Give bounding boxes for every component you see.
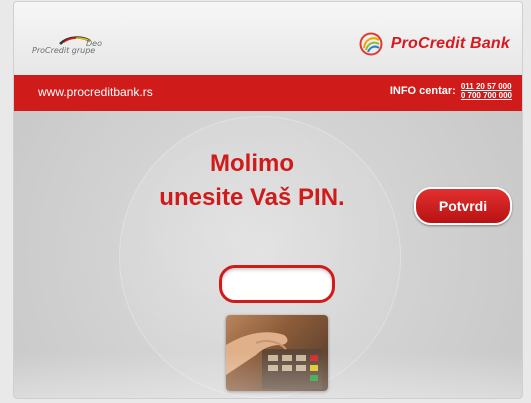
main-content: Molimo unesite Vaš PIN. Potvrdi xyxy=(14,111,522,398)
phone-number-2: 0 700 700 000 xyxy=(460,91,512,100)
partner-subtitle: ProCredit grupe xyxy=(32,46,96,55)
info-center-label: INFO centar: xyxy=(389,85,456,97)
info-center: INFO centar: 011 20 57 000 0 700 700 000 xyxy=(390,82,512,100)
confirm-button[interactable]: Potvrdi xyxy=(414,187,512,225)
procredit-logo-icon xyxy=(359,32,383,56)
phone-number-1: 011 20 57 000 xyxy=(460,82,512,91)
header: Deo ProCredit grupe ProCredit Bank xyxy=(14,2,522,75)
phone-numbers: 011 20 57 000 0 700 700 000 xyxy=(461,82,512,100)
pin-input[interactable] xyxy=(219,265,335,303)
bottom-decoration xyxy=(14,352,522,398)
info-bar: www.procreditbank.rs INFO centar: 011 20… xyxy=(14,75,522,111)
atm-screen: Deo ProCredit grupe ProCredit Bank www.p… xyxy=(14,2,522,398)
website-url: www.procreditbank.rs xyxy=(38,85,153,99)
prompt-title-line1: Molimo xyxy=(210,150,294,177)
brand-name: ProCredit Bank xyxy=(390,35,510,52)
brand: ProCredit Bank xyxy=(359,32,510,56)
